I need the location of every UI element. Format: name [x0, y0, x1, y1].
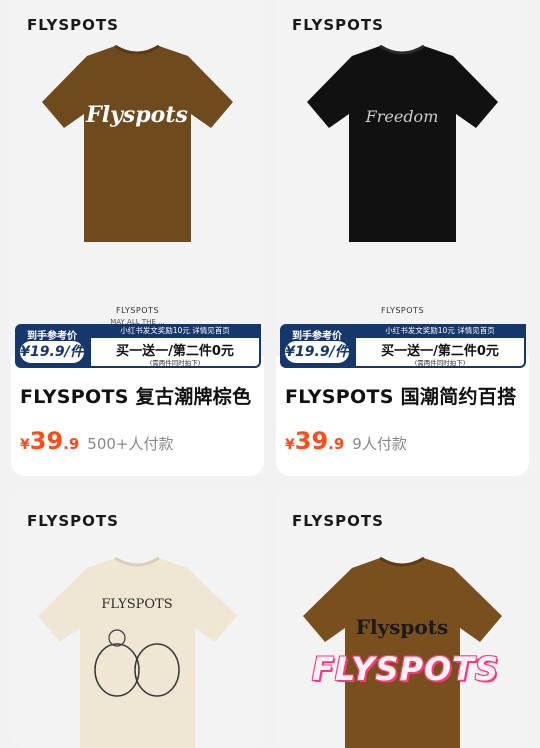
price-integer: 39 — [294, 427, 329, 455]
promo-deal-box: 买一送一/第二件0元 (需两件同时拍下) — [89, 338, 261, 368]
shirt-print: Flyspots — [356, 615, 449, 639]
product-card[interactable]: FLYSPOTS FLYSPOTS — [11, 488, 264, 748]
price-integer: 39 — [29, 427, 64, 455]
shirt-print: Flyspots — [85, 102, 188, 128]
promo-banner: 到手参考价 ¥19.9/件 小红书发文奖励10元 详情见首页 买一送一/第二件0… — [15, 324, 261, 368]
tshirt-image: Freedom — [307, 44, 498, 242]
price-decimal: .9 — [63, 435, 80, 453]
brand-logo: FLYSPOTS — [27, 512, 119, 530]
tshirt-image: Flyspots — [303, 556, 502, 748]
overlay-brand-text: FLYSPOTS — [312, 650, 500, 688]
promo-price: ¥19.9/件 — [20, 341, 84, 363]
price-row: ¥39.9 500+人付款 — [20, 427, 174, 457]
tshirt-image: Flyspots — [42, 44, 233, 242]
promo-label: 到手参考价 — [27, 331, 77, 342]
product-image[interactable]: FLYSPOTS Flyspots FLYSPOTS MAY ALL THE .… — [11, 0, 264, 356]
currency-symbol: ¥ — [20, 437, 30, 453]
shirt-print: Freedom — [365, 107, 439, 126]
product-title[interactable]: FLYSPOTS 复古潮牌棕色 — [20, 382, 260, 409]
product-card[interactable]: FLYSPOTS Flyspots FLYSPOTS MAY ALL THE .… — [11, 0, 264, 476]
product-image[interactable]: FLYSPOTS FLYSPOTS — [11, 488, 264, 748]
promo-price-block: 到手参考价 ¥19.9/件 — [280, 324, 354, 368]
promo-label: 到手参考价 — [292, 331, 342, 342]
promo-price: ¥19.9/件 — [285, 341, 349, 363]
promo-deal-box: 买一送一/第二件0元 (需两件同时拍下) — [354, 338, 526, 368]
promo-banner: 到手参考价 ¥19.9/件 小红书发文奖励10元 详情见首页 买一送一/第二件0… — [280, 324, 526, 368]
promo-price-block: 到手参考价 ¥19.9/件 — [15, 324, 89, 368]
brand-logo: FLYSPOTS — [292, 16, 384, 34]
product-card[interactable]: FLYSPOTS Flyspots FLYSPOTS — [276, 488, 529, 748]
promo-note: (需两件同时拍下) — [414, 359, 466, 367]
brand-logo: FLYSPOTS — [27, 16, 119, 34]
tshirt-image: FLYSPOTS — [38, 556, 237, 748]
product-title[interactable]: FLYSPOTS 国潮简约百搭 — [285, 382, 525, 409]
product-image[interactable]: FLYSPOTS Freedom FLYSPOTS — [276, 0, 529, 356]
paid-count: 500+人付款 — [87, 435, 174, 453]
brand-logo: FLYSPOTS — [292, 512, 384, 530]
brand-small-text: FLYSPOTS — [115, 306, 160, 315]
product-image[interactable]: FLYSPOTS Flyspots FLYSPOTS — [276, 488, 529, 748]
price-row: ¥39.9 9人付款 — [285, 427, 407, 457]
promo-top-text: 小红书发文奖励10元 详情见首页 — [354, 324, 526, 338]
price-decimal: .9 — [328, 435, 345, 453]
promo-top-text: 小红书发文奖励10元 详情见首页 — [89, 324, 261, 338]
product-card[interactable]: FLYSPOTS Freedom FLYSPOTS 到手参考价 ¥19.9/件 … — [276, 0, 529, 476]
promo-note: (需两件同时拍下) — [149, 359, 201, 367]
currency-symbol: ¥ — [285, 437, 295, 453]
brand-small-text: FLYSPOTS — [380, 306, 425, 315]
product-grid: FLYSPOTS Flyspots FLYSPOTS MAY ALL THE .… — [0, 0, 540, 748]
shirt-print: FLYSPOTS — [101, 597, 172, 612]
paid-count: 9人付款 — [352, 435, 407, 453]
